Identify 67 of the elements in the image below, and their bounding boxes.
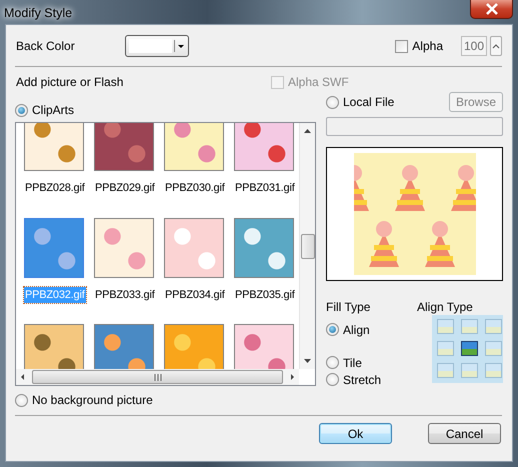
file-name[interactable]: PPBZ028.gif [24,180,86,196]
pattern-thumbnail[interactable] [164,123,224,171]
align-position-icon[interactable] [485,341,502,356]
no-background-label: No background picture [32,392,153,409]
dialog-button[interactable]: Cancel [428,423,501,444]
pattern-thumbnail[interactable] [234,324,294,369]
alpha-checkbox[interactable] [395,40,408,52]
file-name[interactable]: PPBZ035.gif [234,286,296,303]
cliparts-radio[interactable] [15,104,28,116]
pattern-thumbnail[interactable] [24,324,84,369]
right-arrow-icon [290,373,296,381]
align-position-icon[interactable] [485,319,502,334]
left-arrow-icon [19,373,25,381]
window-title: Modify Style [4,5,72,22]
color-swatch [129,39,172,53]
fill-type-radio[interactable] [326,323,339,336]
align-type-label: Align Type [417,299,473,316]
section-label: Add picture or Flash [15,74,124,91]
file-path-field[interactable] [326,117,503,136]
file-name[interactable]: PPBZ030.gif [164,180,226,196]
fill-type-option-label: Stretch [343,372,382,388]
align-position-icon[interactable] [461,363,478,378]
pattern-thumbnail[interactable] [24,123,84,171]
local-file-label: Local File [343,94,394,111]
close-button[interactable] [470,0,513,19]
up-arrow-icon [304,129,311,133]
align-position-icon[interactable] [437,341,454,356]
no-background-radio[interactable] [15,394,28,406]
dialog-button[interactable]: Ok [319,423,392,444]
alpha-label: Alpha [412,38,443,55]
scroll-thumb[interactable] [32,370,283,384]
align-position-icon[interactable] [485,363,502,378]
fill-type-option-label: Align [343,322,370,338]
fill-type-radio[interactable] [326,373,339,386]
pattern-thumbnail[interactable] [164,218,224,278]
down-arrow-icon [304,359,311,363]
pattern-thumbnail[interactable] [164,324,224,369]
spin-up-button[interactable] [490,36,502,56]
color-dropdown[interactable] [125,35,189,57]
file-name[interactable]: PPBZ031.gif [234,180,296,196]
pattern-thumbnail[interactable] [94,324,154,369]
vertical-scrollbar[interactable] [299,123,315,369]
cliparts-label: ClipArts [32,102,74,119]
back-color-label: Back Color [15,38,76,55]
fill-type-label: Fill Type [326,299,372,316]
pattern-thumbnail[interactable] [234,123,294,171]
fill-type-option-label: Tile [343,354,362,372]
local-file-radio[interactable] [326,96,339,108]
horizontal-scrollbar[interactable] [16,369,299,385]
pattern-thumbnail[interactable] [94,218,154,278]
align-position-icon[interactable] [437,319,454,334]
align-position-icon[interactable] [461,341,478,356]
align-position-icon[interactable] [437,363,454,378]
align-position-icon[interactable] [461,319,478,334]
pattern-thumbnail[interactable] [24,218,84,278]
file-name[interactable]: PPBZ033.gif [94,286,156,303]
caret-icon [177,44,185,48]
grip-icon [154,374,162,380]
close-icon [484,3,498,15]
pattern-thumbnail[interactable] [234,218,294,278]
file-name[interactable]: PPBZ029.gif [94,180,156,196]
pattern-thumbnail[interactable] [94,123,154,171]
alpha-swf-label: Alpha SWF [288,74,349,91]
alpha-value-field[interactable]: 100 [461,36,487,56]
file-name[interactable]: PPBZ034.gif [164,286,226,303]
scroll-thumb[interactable] [300,234,314,258]
fill-type-radio[interactable] [326,356,339,369]
